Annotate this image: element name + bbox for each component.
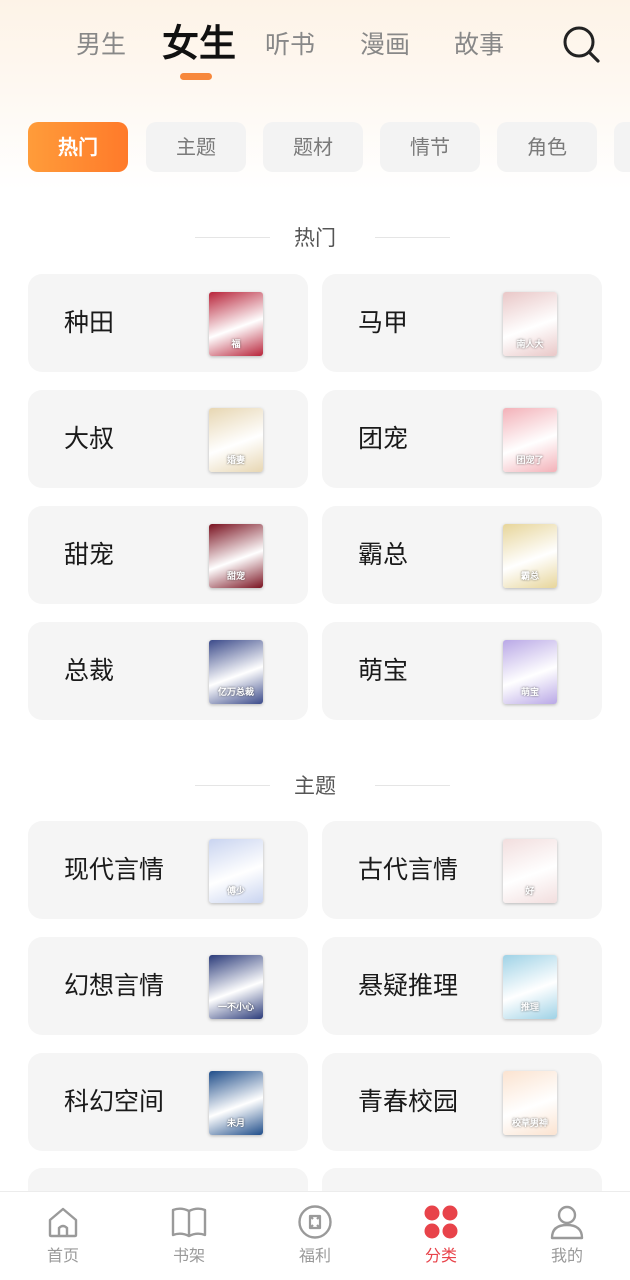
cover-title: 未月 — [226, 1119, 245, 1129]
user-icon — [549, 1204, 585, 1240]
category-label: 青春校园 — [358, 1087, 459, 1116]
cover-title: 南人大 — [516, 340, 544, 350]
book-cover-image: 推理 — [503, 955, 557, 1019]
book-cover-image: 婚妻 — [209, 408, 263, 472]
book-cover-image: 傅少 — [209, 839, 263, 903]
category-label: 甜宠 — [64, 540, 115, 569]
chip-genre[interactable]: 题材 — [263, 122, 363, 172]
nav-category[interactable]: 分类 — [378, 1192, 504, 1280]
section-title-hot: 热门 — [0, 218, 630, 258]
category-card[interactable]: 甜宠 甜宠 — [28, 506, 308, 604]
book-cover-image: 萌宝 — [503, 640, 557, 704]
category-label: 幻想言情 — [64, 971, 165, 1000]
category-label: 总裁 — [64, 656, 115, 685]
tab-male[interactable]: 男生 — [76, 26, 126, 64]
category-label: 马甲 — [358, 308, 409, 337]
category-card[interactable]: 团宠团宠了 — [322, 390, 602, 488]
nav-home[interactable]: 首页 — [0, 1192, 126, 1280]
category-card[interactable]: 悬疑推理推理 — [322, 937, 602, 1035]
chip-theme[interactable]: 主题 — [146, 122, 246, 172]
nav-label: 首页 — [46, 1246, 79, 1265]
cover-title: 婚妻 — [226, 456, 245, 466]
category-card[interactable]: 种田福 — [28, 274, 308, 372]
category-card[interactable]: 霸总 霸总 — [322, 506, 602, 604]
divider — [375, 237, 450, 238]
divider — [195, 237, 270, 238]
category-label: 霸总 — [358, 540, 409, 569]
category-card[interactable]: 现代言情傅少 — [28, 821, 308, 919]
tab-female[interactable]: 女生 — [162, 20, 236, 68]
book-cover-image: 霸总 — [503, 524, 557, 588]
nav-label: 我的 — [550, 1246, 583, 1265]
category-label: 科幻空间 — [64, 1087, 165, 1116]
section-title-text: 热门 — [294, 226, 336, 250]
cover-title: 好 — [525, 887, 535, 897]
category-card[interactable]: 总裁亿万总裁 — [28, 622, 308, 720]
category-card[interactable]: 马甲南人大 — [322, 274, 602, 372]
section-title-theme: 主题 — [0, 766, 630, 806]
divider — [375, 785, 450, 786]
category-label: 古代言情 — [358, 855, 459, 884]
nav-bookshelf[interactable]: 书架 — [126, 1192, 252, 1280]
bottom-navigation: 首页 书架 福利 分类 我的 — [0, 1191, 630, 1280]
book-cover-image: 福 — [209, 292, 263, 356]
filter-chip-bar: 热门 主题 题材 情节 角色 — [0, 122, 630, 172]
home-icon — [45, 1204, 81, 1240]
category-label: 团宠 — [358, 424, 409, 453]
nav-label: 分类 — [424, 1246, 457, 1265]
gift-icon — [297, 1204, 333, 1240]
book-cover-image: 好 — [503, 839, 557, 903]
cover-title: 霸总 — [520, 572, 539, 582]
nav-label: 书架 — [172, 1246, 205, 1265]
tab-comic[interactable]: 漫画 — [360, 26, 410, 64]
category-label: 萌宝 — [358, 656, 409, 685]
cover-title: 萌宝 — [520, 688, 539, 698]
cover-title: 校草男神 — [511, 1119, 548, 1129]
category-label: 悬疑推理 — [358, 971, 459, 1000]
chip-role[interactable]: 角色 — [497, 122, 597, 172]
book-cover-image: 未月 — [209, 1071, 263, 1135]
section-title-text: 主题 — [294, 774, 336, 798]
chip-more[interactable] — [614, 122, 630, 172]
cover-title: 亿万总裁 — [217, 688, 254, 698]
cover-title: 傅少 — [226, 887, 245, 897]
nav-profile[interactable]: 我的 — [504, 1192, 630, 1280]
nav-label: 福利 — [298, 1246, 331, 1265]
top-tab-bar: 男生 女生 听书 漫画 故事 — [0, 0, 630, 100]
tab-story[interactable]: 故事 — [454, 26, 504, 64]
category-card[interactable]: 青春校园校草男神 — [322, 1053, 602, 1151]
book-cover-image: 校草男神 — [503, 1071, 557, 1135]
category-card[interactable]: 大叔婚妻 — [28, 390, 308, 488]
book-cover-image: 南人大 — [503, 292, 557, 356]
category-card[interactable]: 萌宝 萌宝 — [322, 622, 602, 720]
cover-title: 一不小心 — [217, 1003, 254, 1013]
divider — [195, 785, 270, 786]
category-card[interactable]: 科幻空间未月 — [28, 1053, 308, 1151]
book-cover-image: 亿万总裁 — [209, 640, 263, 704]
search-icon[interactable] — [560, 23, 602, 65]
category-label: 种田 — [64, 308, 115, 337]
tab-audiobook[interactable]: 听书 — [265, 26, 315, 64]
category-icon — [423, 1204, 459, 1240]
category-label: 现代言情 — [64, 855, 165, 884]
cover-title: 推理 — [520, 1003, 539, 1013]
cover-title: 团宠了 — [516, 456, 544, 466]
book-cover-image: 一不小心 — [209, 955, 263, 1019]
nav-welfare[interactable]: 福利 — [252, 1192, 378, 1280]
cover-title: 甜宠 — [226, 572, 245, 582]
book-cover-image: 甜宠 — [209, 524, 263, 588]
book-cover-image: 团宠了 — [503, 408, 557, 472]
category-label: 大叔 — [64, 424, 115, 453]
category-card[interactable]: 幻想言情一不小心 — [28, 937, 308, 1035]
category-card[interactable]: 古代言情好 — [322, 821, 602, 919]
chip-plot[interactable]: 情节 — [380, 122, 480, 172]
active-tab-indicator — [180, 73, 212, 80]
chip-hot[interactable]: 热门 — [28, 122, 128, 172]
cover-title: 福 — [231, 340, 241, 350]
book-icon — [171, 1204, 207, 1240]
